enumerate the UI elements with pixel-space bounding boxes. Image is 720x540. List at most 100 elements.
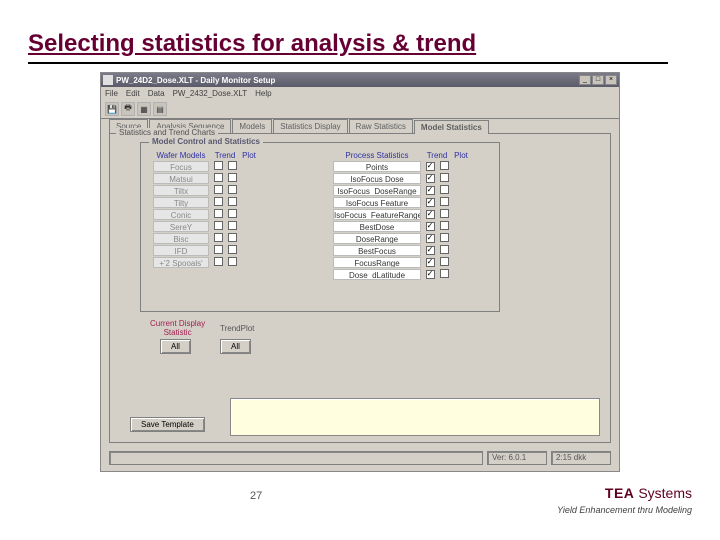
plot-checkbox[interactable]	[228, 209, 237, 218]
plot-checkbox[interactable]	[440, 161, 449, 170]
all-button-b[interactable]: All	[220, 339, 251, 354]
list-row: Matsui	[151, 172, 301, 184]
trend-checkbox[interactable]	[426, 246, 435, 255]
plot-checkbox[interactable]	[228, 221, 237, 230]
trend-checkbox[interactable]	[426, 258, 435, 267]
plot-checkbox[interactable]	[440, 209, 449, 218]
tab-statistics-display[interactable]: Statistics Display	[273, 119, 347, 133]
list-row: SereY	[151, 220, 301, 232]
plot-checkbox[interactable]	[440, 257, 449, 266]
panel-caption: Statistics and Trend Charts	[116, 128, 218, 137]
tool-icon-1[interactable]: ▦	[137, 102, 151, 116]
plot-checkbox[interactable]	[440, 197, 449, 206]
trend-header: Trend	[211, 151, 239, 160]
plot-header-2: Plot	[451, 151, 471, 160]
list-row: Points	[331, 160, 496, 172]
plot-checkbox[interactable]	[228, 233, 237, 242]
tab-models[interactable]: Models	[232, 119, 272, 133]
trend-checkbox[interactable]	[214, 197, 223, 206]
app-window: PW_24D2_Dose.XLT - Daily Monitor Setup _…	[100, 72, 620, 472]
trend-checkbox[interactable]	[426, 198, 435, 207]
info-box	[230, 398, 600, 436]
trend-checkbox[interactable]	[214, 185, 223, 194]
list-row: IsoFocus_FeatureRange	[331, 208, 496, 220]
save-icon[interactable]: 💾	[105, 102, 119, 116]
trend-checkbox[interactable]	[426, 222, 435, 231]
close-button[interactable]: ×	[605, 75, 617, 85]
trend-checkbox[interactable]	[214, 233, 223, 242]
trend-checkbox[interactable]	[426, 174, 435, 183]
process-stats-header: Process Statistics	[333, 151, 421, 160]
tea-logo: TEA Systems	[605, 485, 692, 501]
list-row: IFD	[151, 244, 301, 256]
menu-edit[interactable]: Edit	[126, 89, 140, 98]
plot-checkbox[interactable]	[440, 269, 449, 278]
plot-checkbox[interactable]	[228, 197, 237, 206]
menu-data[interactable]: Data	[148, 89, 165, 98]
list-row: Conic	[151, 208, 301, 220]
status-version: Ver: 6.0.1	[487, 451, 547, 465]
menu-template[interactable]: PW_2432_Dose.XLT	[173, 89, 248, 98]
trend-checkbox[interactable]	[426, 234, 435, 243]
row-label: BestDose	[333, 221, 421, 232]
plot-checkbox[interactable]	[440, 245, 449, 254]
tab-model-statistics[interactable]: Model Statistics	[414, 120, 489, 134]
tab-raw-statistics[interactable]: Raw Statistics	[349, 119, 413, 133]
row-label: Conic	[153, 209, 209, 220]
row-label: IFD	[153, 245, 209, 256]
row-label: Tiltx	[153, 185, 209, 196]
tool-icon-2[interactable]: ▤	[153, 102, 167, 116]
plot-checkbox[interactable]	[440, 185, 449, 194]
row-label: Tilty	[153, 197, 209, 208]
status-spacer	[109, 451, 483, 465]
process-stats-list: PointsIsoFocus DoseIsoFocus_DoseRangeIso…	[331, 160, 496, 280]
menu-help[interactable]: Help	[255, 89, 271, 98]
plot-checkbox[interactable]	[440, 221, 449, 230]
row-label: Points	[333, 161, 421, 172]
wafer-models-list: FocusMatsuiTiltxTiltyConicSereYBiscIFD+'…	[151, 160, 301, 268]
row-label: Focus	[153, 161, 209, 172]
row-label: IsoFocus Dose	[333, 173, 421, 184]
trend-checkbox[interactable]	[426, 162, 435, 171]
list-row: Bisc	[151, 232, 301, 244]
row-label: +'2 Spooals'	[153, 257, 209, 268]
all-button-a[interactable]: All	[160, 339, 191, 354]
trend-checkbox[interactable]	[426, 186, 435, 195]
row-label: IsoFocus_DoseRange	[333, 185, 421, 196]
trend-checkbox[interactable]	[214, 173, 223, 182]
trend-checkbox[interactable]	[426, 210, 435, 219]
tab-panel: Statistics and Trend Charts Model Contro…	[109, 133, 611, 443]
save-template-button[interactable]: Save Template	[130, 417, 205, 432]
minimize-button[interactable]: _	[579, 75, 591, 85]
trend-checkbox[interactable]	[214, 257, 223, 266]
maximize-button[interactable]: □	[592, 75, 604, 85]
plot-checkbox[interactable]	[228, 245, 237, 254]
trend-checkbox[interactable]	[214, 161, 223, 170]
tagline: Yield Enhancement thru Modeling	[557, 505, 692, 515]
trend-checkbox[interactable]	[426, 270, 435, 279]
row-label: IsoFocus_FeatureRange	[333, 209, 421, 220]
plot-checkbox[interactable]	[228, 161, 237, 170]
print-icon[interactable]: 🖶	[121, 102, 135, 116]
list-row: BestDose	[331, 220, 496, 232]
list-row: +'2 Spooals'	[151, 256, 301, 268]
list-row: DoseRange	[331, 232, 496, 244]
trend-checkbox[interactable]	[214, 209, 223, 218]
rule	[28, 62, 668, 64]
plot-checkbox[interactable]	[440, 173, 449, 182]
list-row: IsoFocus Feature	[331, 196, 496, 208]
titlebar: PW_24D2_Dose.XLT - Daily Monitor Setup _…	[101, 73, 619, 87]
trend-checkbox[interactable]	[214, 221, 223, 230]
plot-checkbox[interactable]	[440, 233, 449, 242]
row-label: FocusRange	[333, 257, 421, 268]
trend-checkbox[interactable]	[214, 245, 223, 254]
row-label: IsoFocus Feature	[333, 197, 421, 208]
menu-file[interactable]: File	[105, 89, 118, 98]
current-display-line2: Statistic	[150, 328, 205, 337]
list-row: Focus	[151, 160, 301, 172]
plot-checkbox[interactable]	[228, 257, 237, 266]
titlebar-caption: PW_24D2_Dose.XLT - Daily Monitor Setup	[116, 76, 579, 85]
current-display-line1: Current Display	[150, 319, 205, 328]
plot-checkbox[interactable]	[228, 185, 237, 194]
plot-checkbox[interactable]	[228, 173, 237, 182]
